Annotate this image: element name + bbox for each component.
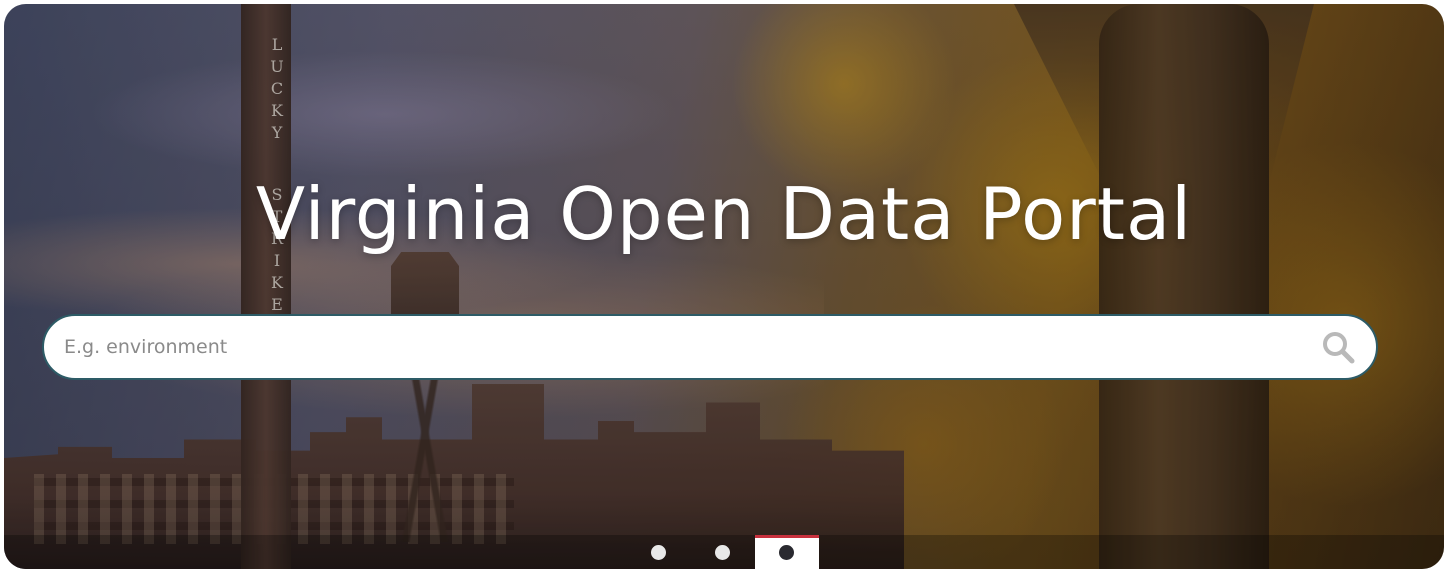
page-title: Virginia Open Data Portal [255, 172, 1193, 256]
hero-overlay [4, 4, 1444, 569]
carousel-dot-1[interactable] [651, 545, 666, 560]
carousel-dot-2[interactable] [715, 545, 730, 560]
carousel-dot-3 [779, 545, 794, 560]
search-icon [1323, 332, 1355, 364]
hero-banner: L U C K Y S T R I K E Virginia Open Data… [4, 4, 1444, 569]
carousel-pagination [4, 535, 1444, 569]
search-input[interactable] [44, 316, 1308, 378]
search-bar [42, 314, 1378, 380]
carousel-dot-3-active[interactable] [755, 535, 819, 569]
search-button[interactable] [1308, 317, 1368, 377]
